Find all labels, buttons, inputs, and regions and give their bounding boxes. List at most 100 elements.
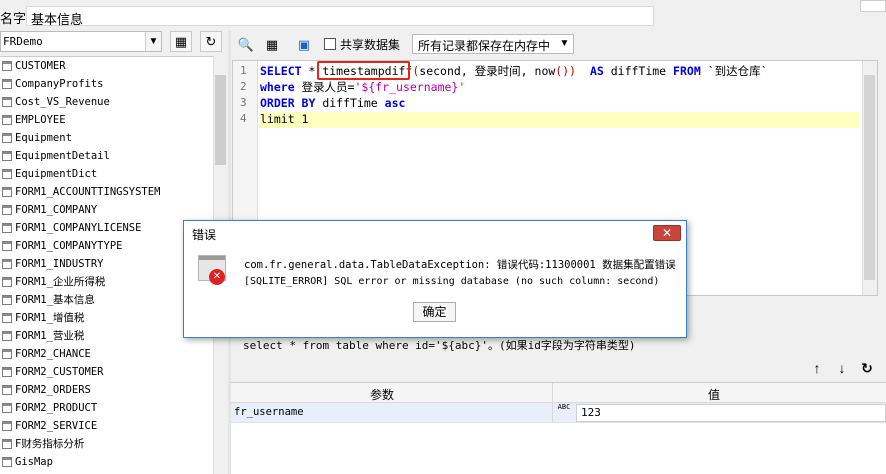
refresh-icon: ↻ bbox=[205, 34, 217, 49]
table-item[interactable]: EMPLOYEE bbox=[0, 111, 212, 129]
sql-keyword: SELECT bbox=[260, 64, 302, 78]
param-value-header: 值 bbox=[708, 388, 721, 402]
sql-line-3[interactable]: ORDER BY diffTime asc bbox=[260, 95, 405, 111]
table-item[interactable]: GisMap bbox=[0, 453, 212, 471]
memory-mode-select[interactable]: 所有记录都保存在内存中 bbox=[412, 34, 574, 54]
table-label: FORM1_ACCOUNTTINGSYSTEM bbox=[15, 186, 161, 198]
table-item[interactable]: CUSTOMER bbox=[0, 57, 212, 75]
close-icon[interactable]: ✕ bbox=[653, 225, 681, 241]
table-icon bbox=[2, 367, 12, 377]
sql-text: diffTime bbox=[315, 96, 385, 110]
table-item[interactable]: EquipmentDict bbox=[0, 165, 212, 183]
table-label: GisMap bbox=[15, 456, 53, 468]
table-icon bbox=[2, 259, 12, 269]
table-icon bbox=[2, 187, 12, 197]
table-item[interactable]: FORM2_CUSTOMER bbox=[0, 363, 212, 381]
table-item[interactable]: FORM2_CHANCE bbox=[0, 345, 212, 363]
error-message-line-2: [SQLITE_ERROR] SQL error or missing data… bbox=[244, 276, 660, 287]
table-icon bbox=[2, 79, 12, 89]
table-icon bbox=[2, 403, 12, 413]
table-label: FORM2_ORDERS bbox=[15, 384, 91, 396]
line-number: 3 bbox=[240, 96, 247, 109]
refresh-button[interactable]: ↻ bbox=[200, 31, 222, 52]
table-item[interactable]: FORM1_INDUSTRY bbox=[0, 255, 212, 273]
sql-string: '${fr_username}' bbox=[354, 80, 466, 94]
table-item[interactable]: FORM1_营业税 bbox=[0, 327, 212, 345]
table-item[interactable]: FORM2_SERVICE bbox=[0, 417, 212, 435]
table-icon bbox=[2, 277, 12, 287]
sql-keyword: where bbox=[260, 80, 295, 94]
sql-line-4[interactable]: limit 1 bbox=[260, 111, 308, 127]
datasource-select[interactable]: FRDemo bbox=[0, 31, 162, 52]
table-icon bbox=[2, 421, 12, 431]
table-label: Cost_VS_Revenue bbox=[15, 96, 110, 108]
table-item[interactable]: FORM1_COMPANY bbox=[0, 201, 212, 219]
current-line-highlight bbox=[259, 112, 859, 128]
table-icon bbox=[2, 115, 12, 125]
string-type-icon[interactable]: ABC bbox=[554, 403, 574, 423]
table-item[interactable]: FORM1_COMPANYTYPE bbox=[0, 237, 212, 255]
dataset-name-input[interactable]: 基本信息 bbox=[26, 6, 654, 27]
table-item[interactable]: FORM1_企业所得税 bbox=[0, 273, 212, 291]
column-divider bbox=[552, 383, 553, 423]
refresh-params-icon[interactable]: ↻ bbox=[858, 359, 876, 377]
tree-scrollbar-thumb[interactable] bbox=[215, 75, 226, 165]
table-label: FORM1_INDUSTRY bbox=[15, 258, 104, 270]
table-label: CUSTOMER bbox=[15, 60, 66, 72]
table-item[interactable]: FORM2_ORDERS bbox=[0, 381, 212, 399]
table-icon bbox=[2, 385, 12, 395]
table-icon bbox=[2, 313, 12, 323]
table-item[interactable]: FORM1_ACCOUNTTINGSYSTEM bbox=[0, 183, 212, 201]
table-label: FORM1_COMPANYTYPE bbox=[15, 240, 123, 252]
save-icon[interactable]: ▣ bbox=[295, 36, 313, 54]
chevron-down-icon[interactable]: ▼ bbox=[145, 32, 161, 51]
table-label: FORM1_企业所得税 bbox=[15, 276, 106, 288]
table-item[interactable]: FORM2_PRODUCT bbox=[0, 399, 212, 417]
share-dataset-checkbox[interactable] bbox=[324, 38, 336, 50]
sql-keyword: ORDER BY bbox=[260, 96, 316, 110]
error-message-line-1: com.fr.general.data.TableDataException: … bbox=[244, 259, 676, 271]
sql-keyword: asc bbox=[384, 96, 406, 110]
table-label: FORM1_基本信息 bbox=[15, 294, 95, 306]
arrow-up-icon[interactable]: ↑ bbox=[808, 359, 826, 377]
ok-button[interactable]: 确定 bbox=[413, 302, 456, 322]
table-icon bbox=[2, 295, 12, 305]
table-label: F财务指标分析 bbox=[15, 438, 85, 450]
preview-table-button[interactable]: ▦ bbox=[170, 31, 192, 52]
table-item[interactable]: EquipmentDetail bbox=[0, 147, 212, 165]
table-item[interactable]: F财务指标分析 bbox=[0, 435, 212, 453]
sql-keyword: FROM bbox=[673, 64, 701, 78]
table-icon bbox=[2, 349, 12, 359]
top-right-field[interactable] bbox=[860, 0, 886, 12]
table-item[interactable]: Equipment bbox=[0, 129, 212, 147]
table-icon bbox=[2, 169, 12, 179]
table-label: FORM1_COMPANY bbox=[15, 204, 98, 216]
table-item[interactable]: FORM1_基本信息 bbox=[0, 291, 212, 309]
line-number: 2 bbox=[240, 80, 247, 93]
table-item[interactable]: FORM1_增值税 bbox=[0, 309, 212, 327]
line-number: 1 bbox=[240, 64, 247, 77]
arrow-down-icon[interactable]: ↓ bbox=[833, 359, 851, 377]
sql-text: diffTime bbox=[603, 64, 674, 78]
dialog-titlebar[interactable] bbox=[184, 221, 686, 246]
table-item[interactable]: Cost_VS_Revenue bbox=[0, 93, 212, 111]
table-label: Equipment bbox=[15, 132, 72, 144]
table-icon bbox=[2, 241, 12, 251]
chevron-down-icon[interactable]: ▼ bbox=[556, 35, 573, 53]
table-item[interactable]: CompanyProfits bbox=[0, 75, 212, 93]
sql-text: second, 登录时间, now bbox=[419, 64, 556, 78]
line-number: 4 bbox=[240, 112, 247, 125]
table-icon bbox=[2, 61, 12, 71]
table-label: FORM1_COMPANYLICENSE bbox=[15, 222, 142, 234]
table-item[interactable]: FORM1_COMPANYLICENSE bbox=[0, 219, 212, 237]
sql-line-2[interactable]: where 登录人员='${fr_username}' bbox=[260, 79, 465, 95]
editor-scrollbar-thumb[interactable] bbox=[864, 75, 875, 280]
preview-icon[interactable]: 🔍 bbox=[237, 36, 255, 54]
table-data-icon[interactable]: ▦ bbox=[263, 36, 281, 54]
table-icon bbox=[2, 457, 12, 467]
table-label: FORM2_CUSTOMER bbox=[15, 366, 104, 378]
param-value-input[interactable]: 123 bbox=[576, 404, 886, 422]
table-icon bbox=[2, 331, 12, 341]
table-label: FORM2_PRODUCT bbox=[15, 402, 98, 414]
param-name: fr_username bbox=[234, 406, 304, 418]
